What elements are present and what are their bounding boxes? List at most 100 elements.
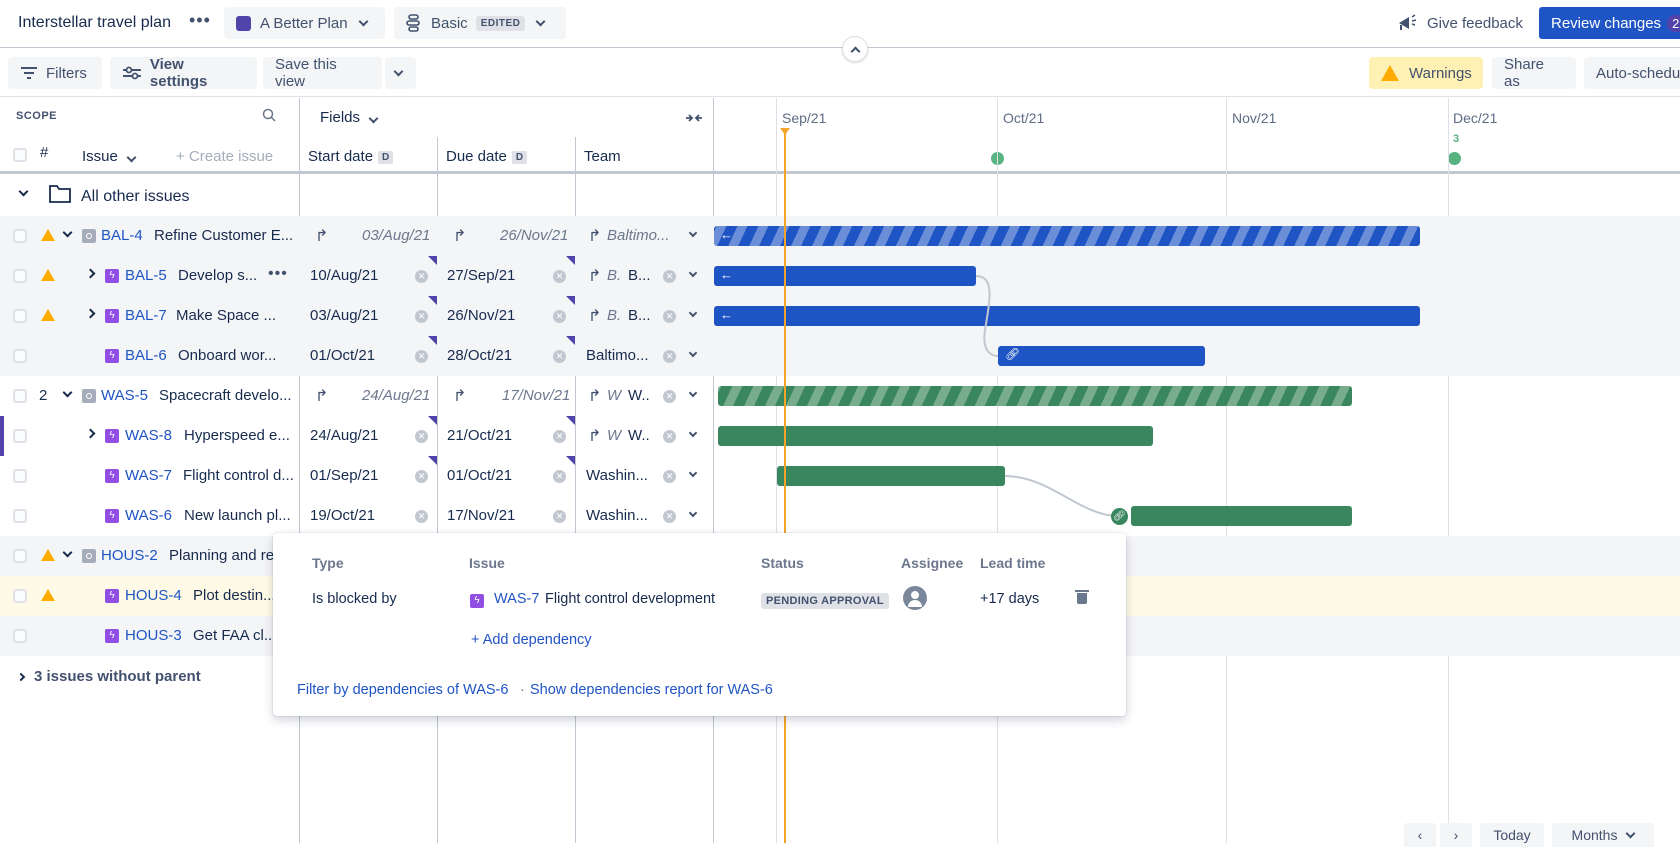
timeline-bar-BAL-6[interactable]: 🔗︎ xyxy=(998,346,1205,366)
issue-key[interactable]: HOUS-3 xyxy=(125,627,182,644)
search-icon[interactable] xyxy=(262,108,276,122)
clear-icon[interactable]: ✕ xyxy=(415,510,428,523)
issue-key[interactable]: WAS-7 xyxy=(125,467,172,484)
chevron-down-icon[interactable] xyxy=(62,547,73,558)
clear-icon[interactable]: ✕ xyxy=(553,270,566,283)
row-checkbox[interactable] xyxy=(13,229,27,243)
chevron-down-icon[interactable] xyxy=(62,387,73,398)
select-all-checkbox[interactable] xyxy=(13,148,27,162)
start-date-cell[interactable]: 19/Oct/21 xyxy=(310,507,375,524)
clear-icon[interactable]: ✕ xyxy=(553,510,566,523)
scenario-select[interactable]: A Better Plan xyxy=(224,7,385,39)
save-view-button[interactable]: Save this view xyxy=(263,56,382,90)
issue-key[interactable]: BAL-7 xyxy=(125,307,167,324)
dependency-link-icon[interactable]: 🔗︎ xyxy=(1111,508,1128,525)
row-checkbox[interactable] xyxy=(13,349,27,363)
clear-icon[interactable]: ✕ xyxy=(553,350,566,363)
table-row[interactable]: ϟ WAS-6 New launch pl... 19/Oct/21 ✕ 17/… xyxy=(0,496,1680,536)
timeline-bar-WAS-7[interactable] xyxy=(777,466,1005,486)
start-date-cell[interactable]: 10/Aug/21 xyxy=(310,267,378,284)
start-date-cell[interactable]: 24/Aug/21 xyxy=(362,387,430,404)
row-checkbox[interactable] xyxy=(13,549,27,563)
table-row[interactable]: ϟ BAL-6 Onboard wor... 01/Oct/21 ✕ 28/Oc… xyxy=(0,336,1680,376)
chevron-down-icon[interactable] xyxy=(688,228,698,238)
clear-icon[interactable]: ✕ xyxy=(553,310,566,323)
issue-key[interactable]: BAL-5 xyxy=(125,267,167,284)
start-date-cell[interactable]: 01/Sep/21 xyxy=(310,467,378,484)
clear-icon[interactable]: ✕ xyxy=(553,430,566,443)
team-cell[interactable]: B... xyxy=(628,307,651,324)
issue-key[interactable]: BAL-4 xyxy=(101,227,143,244)
group-row[interactable]: All other issues xyxy=(0,176,1680,216)
give-feedback-button[interactable]: Give feedback xyxy=(1397,14,1523,32)
dependency-type[interactable]: Is blocked by xyxy=(312,591,397,607)
due-date-cell[interactable]: 01/Oct/21 xyxy=(447,467,512,484)
row-checkbox[interactable] xyxy=(13,589,27,603)
collapse-header-button[interactable] xyxy=(842,36,868,62)
clear-icon[interactable]: ✕ xyxy=(663,270,676,283)
scroll-prev-button[interactable]: ‹ xyxy=(1404,823,1436,847)
chevron-down-icon[interactable] xyxy=(688,428,698,438)
issue-key[interactable]: WAS-5 xyxy=(101,387,148,404)
clear-icon[interactable]: ✕ xyxy=(663,310,676,323)
today-button[interactable]: Today xyxy=(1480,823,1544,847)
start-date-cell[interactable]: 24/Aug/21 xyxy=(310,427,378,444)
team-cell[interactable]: Baltimo... xyxy=(586,347,649,364)
row-more-icon[interactable]: ••• xyxy=(268,265,288,283)
chevron-right-icon[interactable] xyxy=(85,428,96,439)
team-cell[interactable]: Washin... xyxy=(586,507,648,524)
row-checkbox[interactable] xyxy=(13,469,27,483)
view-settings-button[interactable]: View settings xyxy=(110,56,257,90)
issue-key[interactable]: HOUS-2 xyxy=(101,547,158,564)
clear-icon[interactable]: ✕ xyxy=(663,430,676,443)
clear-icon[interactable]: ✕ xyxy=(663,390,676,403)
due-date-cell[interactable]: 26/Nov/21 xyxy=(500,227,568,244)
warning-icon[interactable] xyxy=(41,309,55,321)
issue-key[interactable]: WAS-8 xyxy=(125,427,172,444)
chevron-down-icon[interactable] xyxy=(688,388,698,398)
save-view-menu-button[interactable] xyxy=(385,57,416,89)
timeline-bar-WAS-5[interactable] xyxy=(718,386,1352,406)
due-date-cell[interactable]: 27/Sep/21 xyxy=(447,267,515,284)
timeline-bar-BAL-7[interactable]: ← xyxy=(714,306,1420,326)
due-date-cell[interactable]: 17/Nov/21 xyxy=(447,507,515,524)
clear-icon[interactable]: ✕ xyxy=(415,470,428,483)
start-date-cell[interactable]: 03/Aug/21 xyxy=(310,307,378,324)
scroll-next-button[interactable]: › xyxy=(1440,823,1472,847)
dependency-issue-key[interactable]: WAS-7 xyxy=(494,591,539,607)
timeline-bar-BAL-5[interactable]: ← xyxy=(714,266,976,286)
timescale-select[interactable]: Months xyxy=(1552,823,1654,847)
chevron-right-icon[interactable] xyxy=(85,308,96,319)
auto-schedule-button[interactable]: Auto-schedul xyxy=(1584,57,1680,89)
view-select[interactable]: Basic EDITED xyxy=(394,7,566,39)
row-checkbox[interactable] xyxy=(13,509,27,523)
chevron-down-icon[interactable] xyxy=(688,308,698,318)
chevron-down-icon[interactable] xyxy=(688,508,698,518)
clear-icon[interactable]: ✕ xyxy=(415,430,428,443)
start-date-cell[interactable]: 03/Aug/21 xyxy=(362,227,430,244)
team-cell[interactable]: B... xyxy=(628,267,651,284)
clear-icon[interactable]: ✕ xyxy=(415,270,428,283)
review-changes-button[interactable]: Review changes 21 xyxy=(1539,7,1680,39)
issue-key[interactable]: BAL-6 xyxy=(125,347,167,364)
team-cell[interactable]: Baltimo... xyxy=(607,227,670,244)
start-date-column-header[interactable]: Start date D xyxy=(308,148,394,165)
clear-icon[interactable]: ✕ xyxy=(415,350,428,363)
team-cell[interactable]: W.. xyxy=(628,427,650,444)
chevron-down-icon[interactable] xyxy=(688,468,698,478)
chevron-down-icon[interactable] xyxy=(688,348,698,358)
fields-dropdown[interactable]: Fields xyxy=(320,109,379,126)
clear-icon[interactable]: ✕ xyxy=(663,510,676,523)
timeline-bar-BAL-4[interactable]: ← xyxy=(714,226,1420,246)
warning-icon[interactable] xyxy=(41,589,55,601)
team-cell[interactable]: W.. xyxy=(628,387,650,404)
row-checkbox[interactable] xyxy=(13,629,27,643)
chevron-down-icon[interactable] xyxy=(18,186,29,197)
issue-key[interactable]: WAS-6 xyxy=(125,507,172,524)
chevron-down-icon[interactable] xyxy=(62,227,73,238)
warnings-button[interactable]: Warnings xyxy=(1369,57,1483,89)
issues-without-parent-toggle[interactable]: 3 issues without parent xyxy=(16,668,201,685)
issue-key[interactable]: HOUS-4 xyxy=(125,587,182,604)
due-date-cell[interactable]: 28/Oct/21 xyxy=(447,347,512,364)
dependencies-report-link[interactable]: Show dependencies report for WAS-6 xyxy=(530,682,773,698)
